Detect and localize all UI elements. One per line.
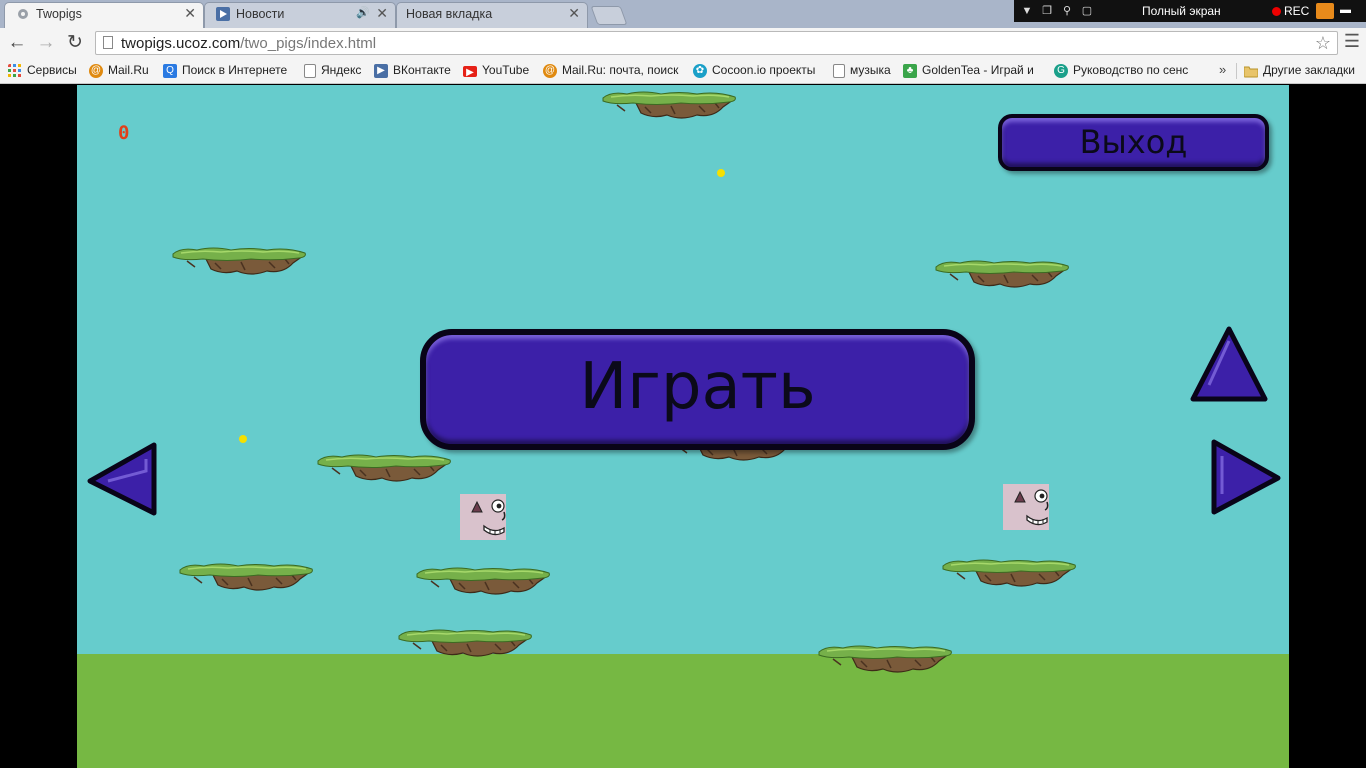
menu-hamburger-icon[interactable]: ☰ bbox=[1344, 31, 1360, 52]
floating-platform bbox=[941, 559, 1077, 589]
camera-icon[interactable] bbox=[1316, 3, 1334, 19]
tab-new-tab[interactable]: Новая вкладка ✕ bbox=[396, 2, 588, 28]
speaker-icon[interactable]: 🔊 bbox=[356, 6, 370, 19]
dropdown-icon[interactable]: ▼ bbox=[1020, 4, 1034, 18]
tab-title: Новости bbox=[236, 7, 285, 21]
bookmark-label: GoldenTea - Играй и bbox=[922, 63, 1034, 77]
forward-arrow-icon[interactable]: → bbox=[34, 31, 58, 55]
divider bbox=[1236, 63, 1237, 79]
tab-news[interactable]: Новости 🔊 ✕ bbox=[204, 2, 396, 28]
ground bbox=[77, 654, 1289, 768]
close-tab-icon[interactable]: ✕ bbox=[376, 5, 388, 22]
search-q-icon: Q bbox=[163, 64, 177, 78]
bookmarks-bar: Сервисы @ Mail.Ru Q Поиск в Интернете Ян… bbox=[0, 58, 1366, 84]
bookmark-label: Mail.Ru bbox=[108, 63, 149, 77]
floating-platform bbox=[601, 91, 737, 121]
page-icon bbox=[304, 64, 316, 78]
mailru-icon: @ bbox=[543, 64, 557, 78]
floating-platform bbox=[415, 567, 551, 597]
right-arrow-icon[interactable] bbox=[1208, 438, 1282, 516]
url-path: /two_pigs/index.html bbox=[240, 35, 377, 52]
gear-favicon-icon bbox=[18, 9, 28, 19]
pig-player-1 bbox=[460, 494, 506, 540]
back-arrow-icon[interactable]: ← bbox=[5, 31, 29, 55]
more-bookmarks-chevron[interactable]: » bbox=[1219, 62, 1226, 77]
floating-platform bbox=[817, 645, 953, 675]
bookmark-label: Яндекс bbox=[321, 63, 362, 77]
up-arrow-icon[interactable] bbox=[1189, 325, 1269, 405]
minimize-icon[interactable]: ▬ bbox=[1340, 4, 1351, 16]
floating-platform bbox=[171, 247, 307, 277]
address-bar[interactable]: twopigs.ucoz.com/two_pigs/index.html ☆ bbox=[95, 31, 1338, 55]
bookmark-label: Сервисы bbox=[27, 63, 77, 77]
cocoon-icon: ✿ bbox=[693, 64, 707, 78]
coin bbox=[717, 169, 725, 177]
tab-strip: Twopigs ✕ Новости 🔊 ✕ Новая вкладка ✕ ▼ … bbox=[0, 0, 1366, 28]
rec-label[interactable]: REC bbox=[1284, 4, 1309, 18]
bookmark-label: музыка bbox=[850, 63, 891, 77]
play-button[interactable]: Играть bbox=[420, 329, 975, 450]
tab-title: Twopigs bbox=[36, 7, 82, 21]
floating-platform bbox=[178, 563, 314, 593]
game-canvas[interactable]: 0 Выход Играть bbox=[77, 85, 1289, 768]
url-text[interactable]: twopigs.ucoz.com/two_pigs/index.html bbox=[121, 35, 376, 52]
score-counter: 0 bbox=[118, 122, 130, 144]
rec-dot-icon bbox=[1272, 7, 1281, 16]
vk-favicon-icon bbox=[216, 7, 230, 21]
goldentea-icon: ♣ bbox=[903, 64, 917, 78]
pig-player-2 bbox=[1003, 484, 1049, 530]
new-tab-button[interactable] bbox=[590, 6, 628, 25]
tab-title: Новая вкладка bbox=[406, 7, 493, 21]
reload-icon[interactable]: ↻ bbox=[63, 31, 87, 55]
windows-icon[interactable]: ❐ bbox=[1040, 4, 1054, 18]
mailru-icon: @ bbox=[89, 64, 103, 78]
left-arrow-icon[interactable] bbox=[86, 441, 160, 517]
floating-platform bbox=[397, 629, 533, 659]
page-icon bbox=[833, 64, 845, 78]
guide-icon: G bbox=[1054, 64, 1068, 78]
browser-toolbar: ← → ↻ twopigs.ucoz.com/two_pigs/index.ht… bbox=[0, 28, 1366, 58]
tab-twopigs[interactable]: Twopigs ✕ bbox=[4, 2, 204, 28]
page-icon bbox=[103, 36, 113, 49]
url-host: twopigs.ucoz.com bbox=[121, 35, 241, 52]
exit-button[interactable]: Выход bbox=[998, 114, 1269, 171]
folder-icon bbox=[1244, 66, 1258, 78]
bookmark-label: Другие закладки bbox=[1263, 63, 1355, 77]
bookmark-label: Руководство по сенс bbox=[1073, 63, 1189, 77]
screen-icon[interactable]: ▢ bbox=[1080, 4, 1094, 18]
bookmark-label: ВКонтакте bbox=[393, 63, 451, 77]
apps-grid-icon bbox=[8, 64, 21, 77]
close-tab-icon[interactable]: ✕ bbox=[568, 5, 580, 22]
bookmark-star-icon[interactable]: ☆ bbox=[1315, 33, 1331, 54]
close-tab-icon[interactable]: ✕ bbox=[184, 5, 196, 22]
floating-platform bbox=[316, 454, 452, 484]
fullscreen-label[interactable]: Полный экран bbox=[1142, 4, 1221, 18]
bookmark-label: Cocoon.io проекты bbox=[712, 63, 816, 77]
coin bbox=[239, 435, 247, 443]
bookmark-label: YouTube bbox=[482, 63, 530, 77]
recorder-bar: ▼ ❐ ⚲ ▢ Полный экран REC ▬ bbox=[1014, 0, 1366, 22]
youtube-icon: ▶ bbox=[463, 66, 477, 78]
floating-platform bbox=[934, 260, 1070, 290]
search-icon[interactable]: ⚲ bbox=[1060, 4, 1074, 18]
bookmark-label: Поиск в Интернете bbox=[182, 63, 288, 77]
vk-icon: ▶ bbox=[374, 64, 388, 78]
bookmark-label: Mail.Ru: почта, поиск bbox=[562, 63, 679, 77]
